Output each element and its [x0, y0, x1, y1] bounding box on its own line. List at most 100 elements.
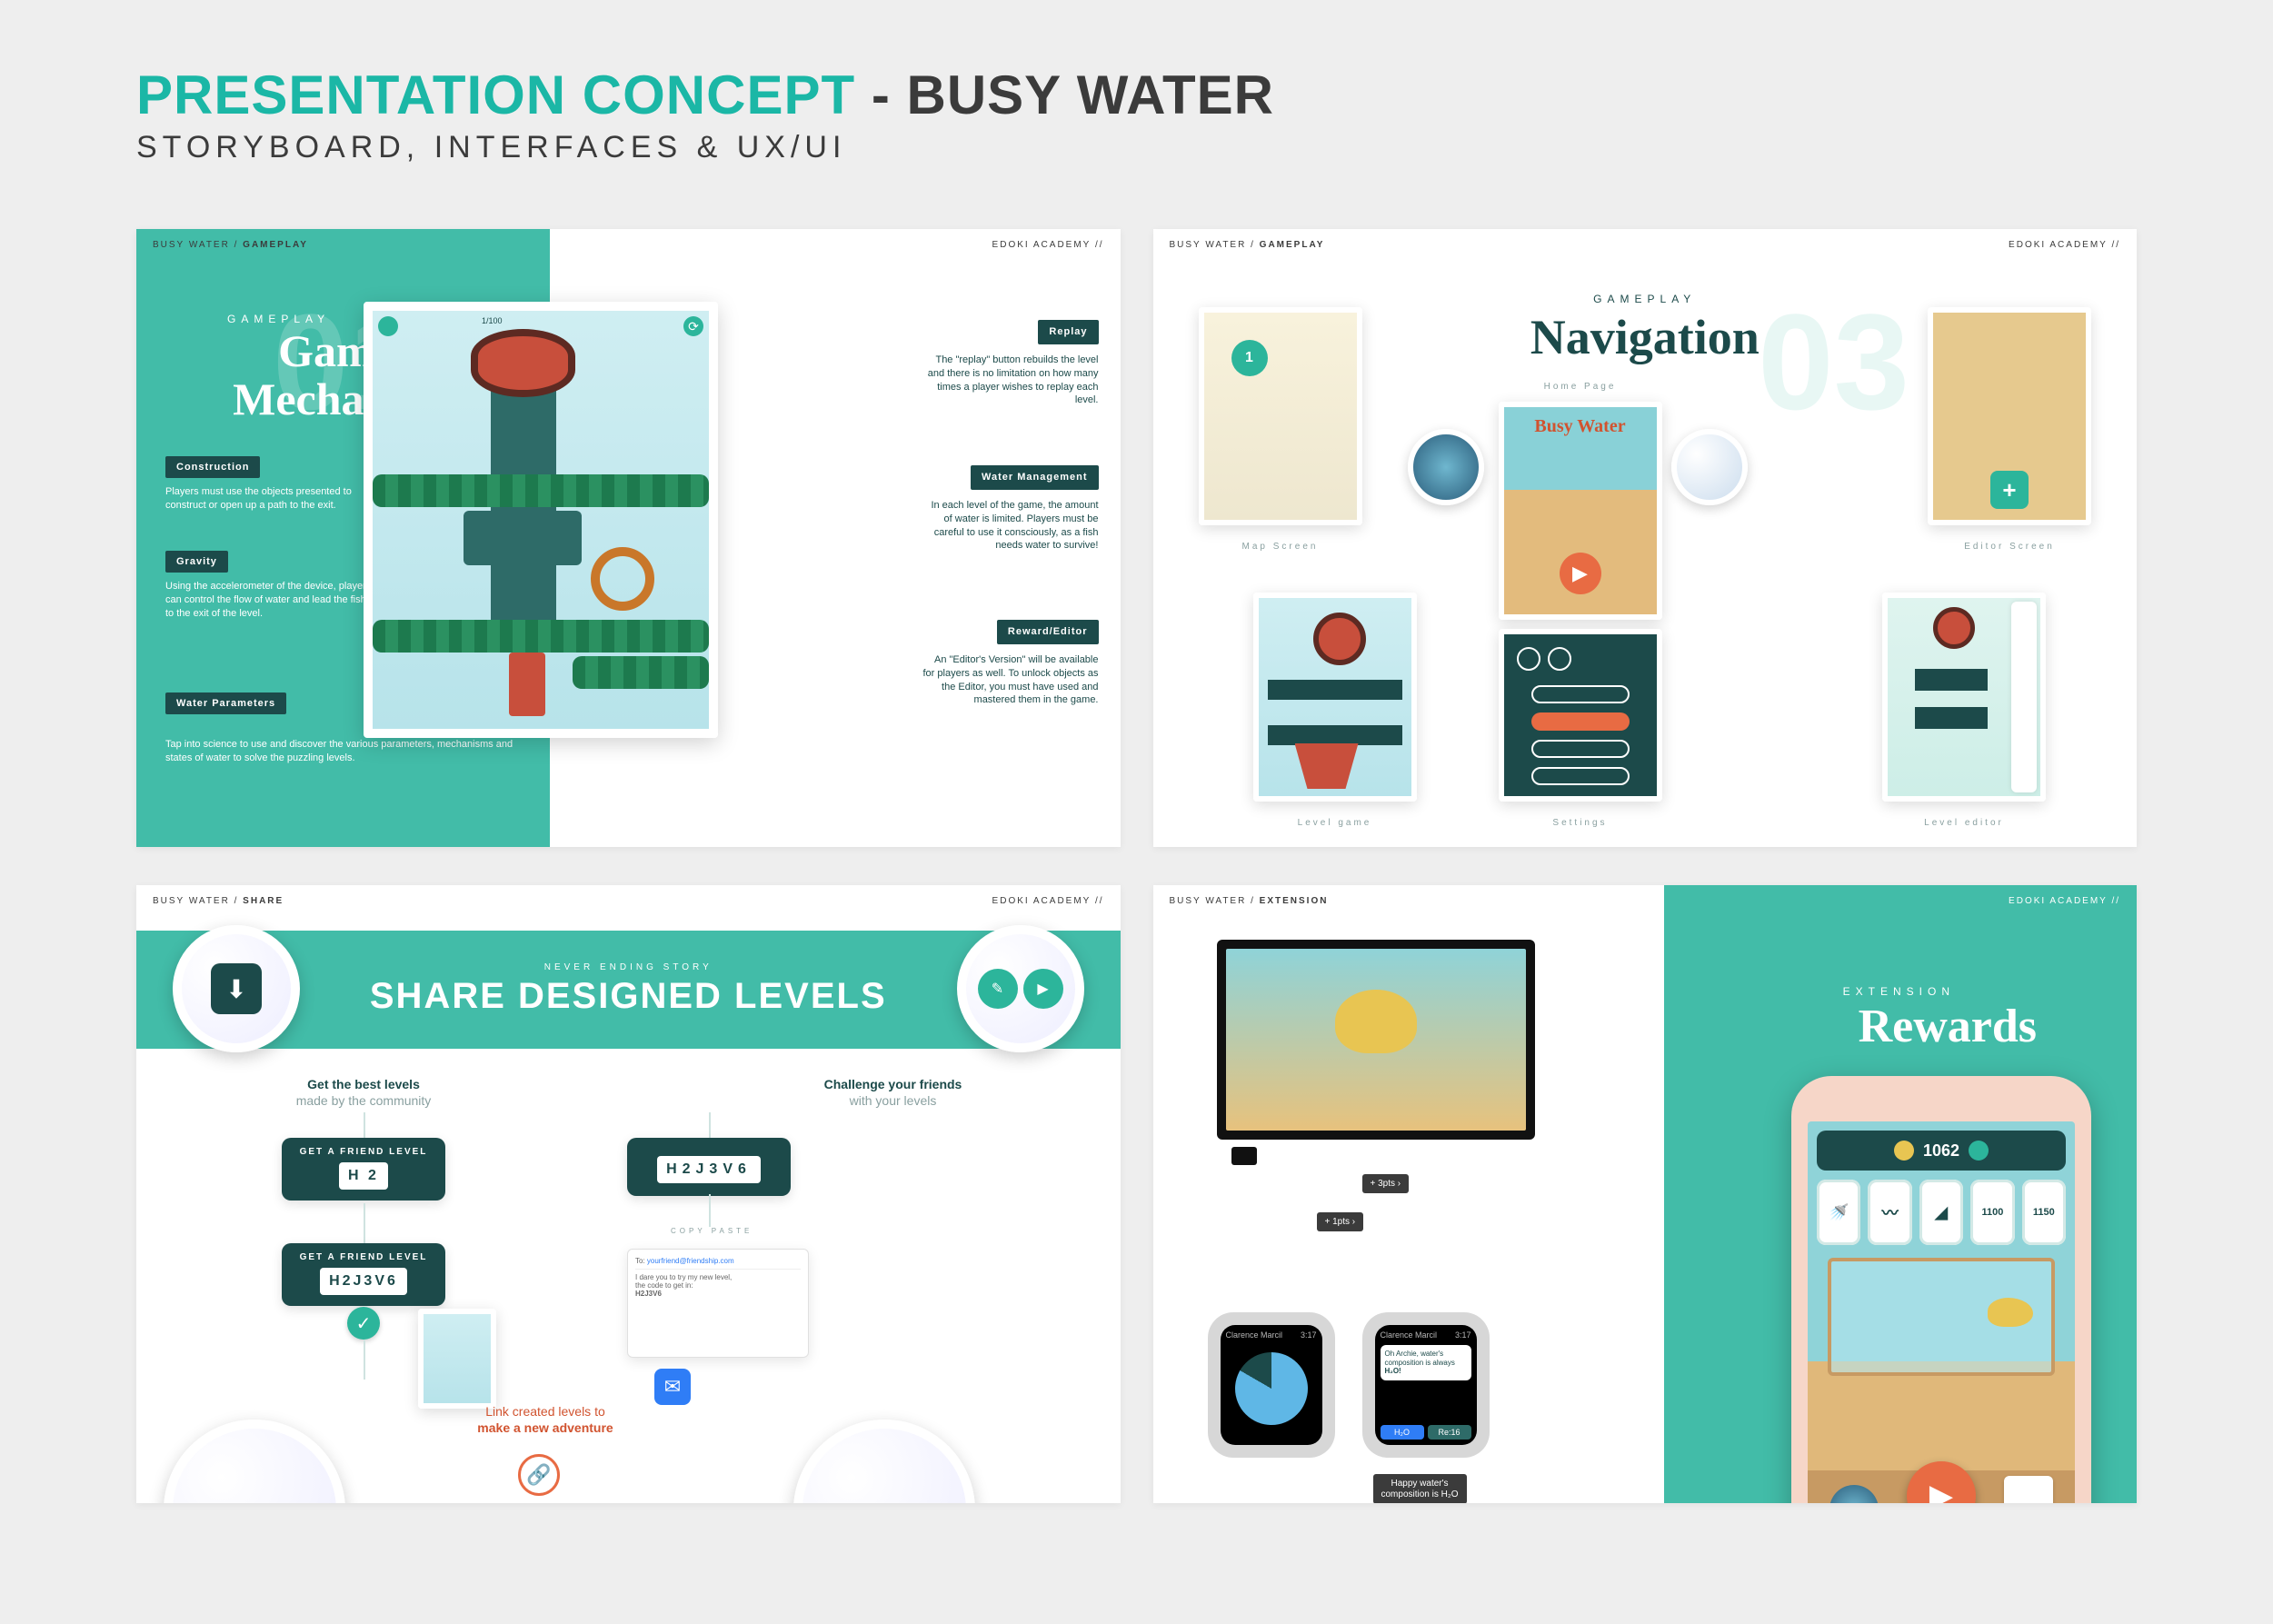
- bubble-earth-icon: [1408, 429, 1484, 505]
- phone-card-row: 🚿 〰 ◢ 1100 1150: [1817, 1180, 2066, 1245]
- slide1-brand: EDOKI ACADEMY //: [992, 240, 1104, 250]
- tag-1pts: + 1pts ›: [1317, 1212, 1364, 1231]
- watch-chip[interactable]: Re:16: [1428, 1425, 1471, 1440]
- fish-icon: [1988, 1298, 2033, 1327]
- mail-preview: To: yourfriend@friendship.com I dare you…: [627, 1249, 809, 1358]
- get-friend-level-1[interactable]: GET A FRIEND LEVEL H 2: [282, 1138, 445, 1201]
- slide2-brand: EDOKI ACADEMY //: [2009, 240, 2120, 250]
- slide-share: BUSY WATER / SHARE EDOKI ACADEMY // NEVE…: [136, 885, 1121, 1503]
- thumb-editor-screen[interactable]: +: [1928, 307, 2091, 525]
- slide2-breadcrumb: BUSY WATER / GAMEPLAY: [1170, 240, 1325, 250]
- slide1-breadcrumb: BUSY WATER / GAMEPLAY: [153, 240, 308, 250]
- edit-icon[interactable]: ✎: [978, 969, 1018, 1009]
- bubble-right-icon: [1671, 429, 1748, 505]
- ring-bottom-right: [793, 1420, 975, 1503]
- slide4-eyebrow: EXTENSION: [1843, 985, 1955, 998]
- notebook-icon[interactable]: [2004, 1476, 2053, 1503]
- slide-rewards: BUSY WATER / EXTENSION EDOKI ACADEMY // …: [1153, 885, 2138, 1503]
- tag-replay: Replay: [1038, 320, 1098, 344]
- link-icon[interactable]: 🔗: [518, 1454, 560, 1496]
- gameplay-screenshot: 1/100 ⟳: [364, 302, 718, 738]
- settings-row-accent[interactable]: [1531, 712, 1630, 731]
- replay-icon[interactable]: ⟳: [683, 316, 703, 336]
- thumb-settings[interactable]: [1499, 629, 1662, 802]
- slide2-eyebrow: GAMEPLAY: [1153, 293, 2138, 305]
- slide3-breadcrumb: BUSY WATER / SHARE: [153, 896, 284, 906]
- card-item[interactable]: ◢: [1919, 1180, 1963, 1245]
- copy-construction: Players must use the objects presented t…: [165, 485, 374, 513]
- exit-pipe-icon: [509, 653, 545, 716]
- coin-icon: [1894, 1141, 1914, 1161]
- ring-bottom-left: [164, 1420, 345, 1503]
- apple-watch-1: Clarence Marcil3:17: [1208, 1240, 1335, 1503]
- group-reward-editor: Reward/Editor An "Editor's Version" will…: [922, 620, 1099, 707]
- home-play-icon[interactable]: ▶: [1560, 553, 1601, 594]
- phone-topbar: 1062: [1817, 1131, 2066, 1171]
- refresh-icon[interactable]: [1969, 1141, 1989, 1161]
- slide4-brand: EDOKI ACADEMY //: [2009, 896, 2120, 906]
- iphone-frame: 1062 🚿 〰 ◢ 1100 1150 ▶: [1791, 1076, 2091, 1503]
- card-item[interactable]: 🚿: [1817, 1180, 1860, 1245]
- copy-water-parameters: Tap into science to use and discover the…: [165, 738, 533, 765]
- card-price-1[interactable]: 1100: [1970, 1180, 2014, 1245]
- mail-app-icon[interactable]: ✉: [654, 1369, 691, 1405]
- slide1-eyebrow: GAMEPLAY: [227, 313, 330, 325]
- thumb-level-editor[interactable]: [1882, 593, 2046, 802]
- fish-icon: [1335, 990, 1417, 1053]
- slide-game-mechanics: BUSY WATER / GAMEPLAY EDOKI ACADEMY // 0…: [136, 229, 1121, 847]
- title-accent: PRESENTATION CONCEPT: [136, 65, 855, 125]
- ring-download: ⬇: [173, 925, 300, 1052]
- watch-chip[interactable]: H₂O: [1381, 1425, 1424, 1440]
- tag-water-management: Water Management: [971, 465, 1098, 490]
- globe-icon[interactable]: [1829, 1485, 1879, 1503]
- level-counter: 1/100: [482, 316, 503, 325]
- apple-tv-box-icon: [1231, 1147, 1257, 1165]
- editor-toolbar[interactable]: [2011, 602, 2037, 792]
- thumb-map-screen[interactable]: 1: [1199, 307, 1362, 525]
- label-level-editor: Level editor: [1882, 818, 2046, 828]
- label-home-page: Home Page: [1499, 382, 1662, 392]
- tag-construction: Construction: [165, 456, 260, 478]
- title-sep: -: [855, 65, 906, 125]
- tag-gravity: Gravity: [165, 551, 228, 573]
- slide-navigation: BUSY WATER / GAMEPLAY EDOKI ACADEMY // 0…: [1153, 229, 2138, 847]
- label-settings: Settings: [1499, 818, 1662, 828]
- get-friend-level-2[interactable]: GET A FRIEND LEVEL H2J3V6: [282, 1243, 445, 1306]
- share-title: SHARE DESIGNED LEVELS: [370, 976, 887, 1017]
- settings-row[interactable]: [1531, 685, 1630, 703]
- card-item[interactable]: 〰: [1868, 1180, 1911, 1245]
- app-logo: Busy Water: [1504, 416, 1657, 437]
- slide3-brand: EDOKI ACADEMY //: [992, 896, 1104, 906]
- link-levels-cta: Link created levels tomake a new adventu…: [427, 1403, 663, 1436]
- copy-water-management: In each level of the game, the amount of…: [922, 499, 1099, 553]
- tag-water-parameters: Water Parameters: [165, 692, 286, 714]
- download-icon[interactable]: ⬇: [211, 963, 262, 1014]
- share-right-sub: Challenge your friendswith your levels: [775, 1076, 1012, 1109]
- copy-replay: The "replay" button rebuilds the level a…: [922, 354, 1099, 407]
- tag-reward-editor: Reward/Editor: [997, 620, 1099, 644]
- add-tile-icon[interactable]: +: [1990, 471, 2029, 509]
- ring-edit-play: ✎ ▶: [957, 925, 1084, 1052]
- phone-play-button[interactable]: ▶: [1907, 1461, 1976, 1503]
- copy-paste-label: COPY PASTE: [671, 1227, 753, 1235]
- watch-caption: Happy water'scomposition is H₂O: [1373, 1474, 1467, 1503]
- title-dark: BUSY WATER: [906, 65, 1273, 125]
- thumb-shared-level[interactable]: [418, 1309, 496, 1409]
- play-icon[interactable]: ▶: [1023, 969, 1063, 1009]
- card-price-2[interactable]: 1150: [2022, 1180, 2066, 1245]
- copy-reward-editor: An "Editor's Version" will be available …: [922, 653, 1099, 707]
- your-code-box[interactable]: H2J3V6: [627, 1138, 791, 1196]
- share-left-sub: Get the best levelsmade by the community: [245, 1076, 482, 1109]
- phone-score: 1062: [1923, 1141, 1959, 1161]
- thumb-level-game[interactable]: [1253, 593, 1417, 802]
- slide4-breadcrumb: BUSY WATER / EXTENSION: [1170, 896, 1329, 906]
- slide4-title: Rewards: [1859, 1000, 2037, 1053]
- label-level-game: Level game: [1253, 818, 1417, 828]
- thumb-home-page[interactable]: Busy Water ▶: [1499, 402, 1662, 620]
- watch-dial-icon[interactable]: [1235, 1352, 1308, 1425]
- settings-row[interactable]: [1531, 740, 1630, 758]
- copy-gravity: Using the accelerometer of the device, p…: [165, 580, 374, 621]
- apple-watch-2: Clarence Marcil3:17 Oh Archie, water'sco…: [1362, 1240, 1490, 1503]
- group-water-management: Water Management In each level of the ga…: [922, 465, 1099, 553]
- settings-row[interactable]: [1531, 767, 1630, 785]
